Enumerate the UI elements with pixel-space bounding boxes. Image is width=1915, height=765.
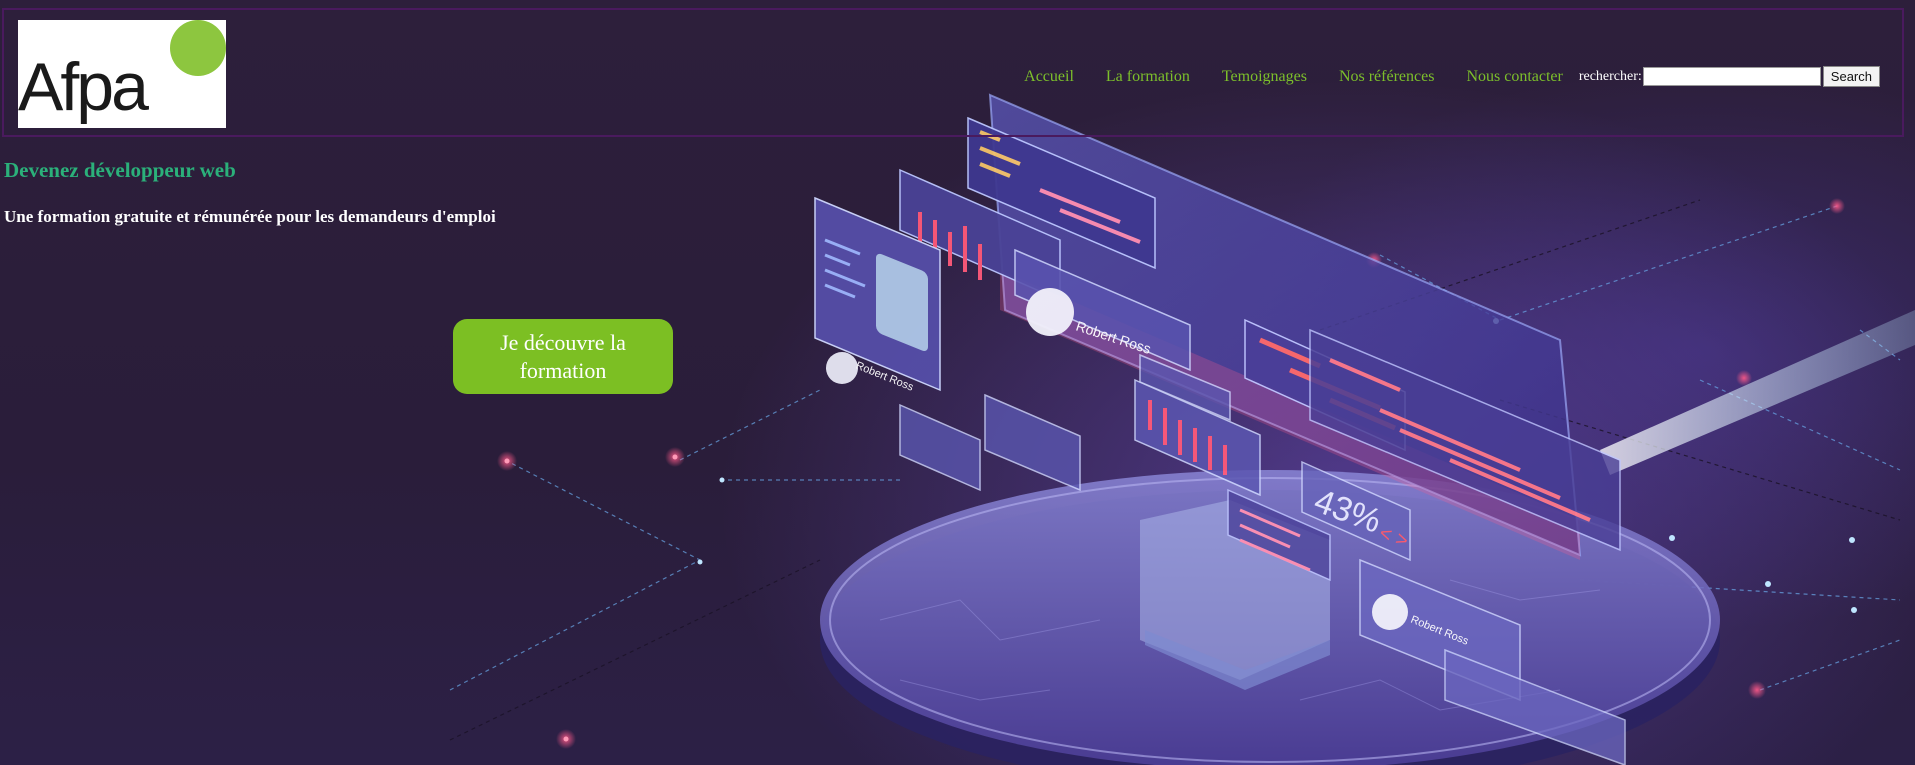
discover-formation-button[interactable]: Je découvre la formation xyxy=(453,319,673,394)
nav-temoignages[interactable]: Temoignages xyxy=(1222,68,1307,86)
main-nav: Accueil La formation Temoignages Nos réf… xyxy=(1024,66,1880,87)
search-label: rechercher: xyxy=(1578,68,1642,84)
site-header: Afpa Accueil La formation Temoignages No… xyxy=(2,8,1904,137)
nav-nos-references[interactable]: Nos références xyxy=(1339,68,1435,86)
hero-title: Devenez développeur web xyxy=(4,158,236,182)
search-button[interactable]: Search xyxy=(1822,66,1880,87)
afpa-logo-icon: Afpa xyxy=(18,20,226,125)
search-input[interactable] xyxy=(1642,67,1821,86)
nav-accueil[interactable]: Accueil xyxy=(1024,68,1074,86)
logo-text: Afpa xyxy=(18,49,149,125)
nav-la-formation[interactable]: La formation xyxy=(1106,68,1190,86)
hero-subtitle: Une formation gratuite et rémunérée pour… xyxy=(4,207,496,226)
afpa-logo[interactable]: Afpa xyxy=(18,20,226,128)
page: Robert Ross 43% < > Robert Ross Robert R… xyxy=(0,0,1915,765)
nav-nous-contacter[interactable]: Nous contacter xyxy=(1466,68,1562,86)
